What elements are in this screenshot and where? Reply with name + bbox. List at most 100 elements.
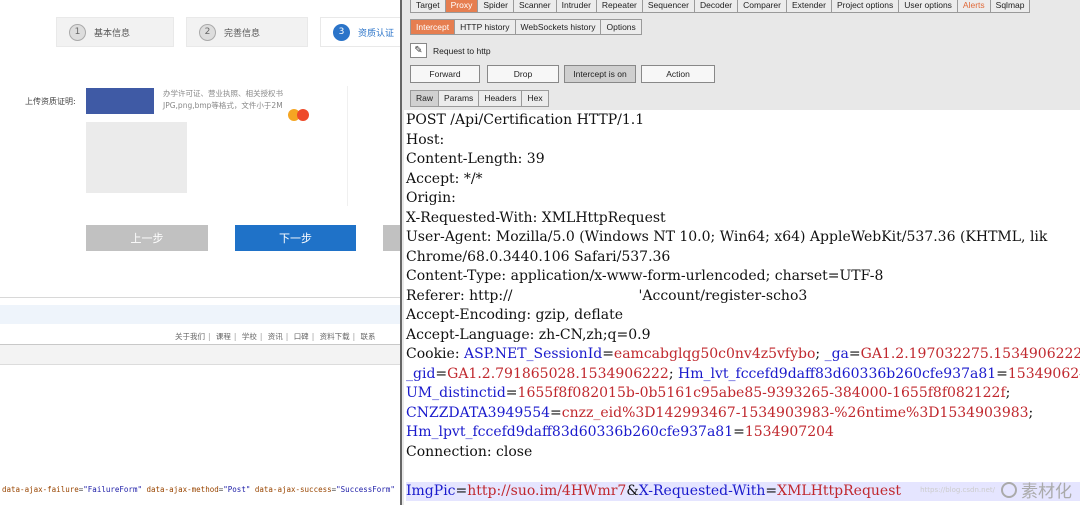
action-button[interactable]: Action (641, 65, 715, 83)
step-number: 2 (199, 23, 216, 41)
cookie-value: GA1.2.791865028.1534906222 (447, 365, 669, 382)
step-complete-info[interactable]: 2 完善信息 (186, 17, 308, 47)
cookie-key: ASP.NET_SessionId (463, 346, 603, 362)
request-editor[interactable]: POST /Api/Certification HTTP/1.1 Host: Con… (404, 110, 1080, 505)
attr-value: "SuccessForm" (336, 485, 395, 494)
cookie-key: CNZZDATA3949554 (406, 404, 551, 421)
step-number: 1 (69, 23, 86, 41)
upload-hint: 办学许可证、营业执照、相关授权书 JPG,png,bmp等格式，文件小于2M (163, 89, 283, 110)
message-view-tabs: Raw Params Headers Hex (410, 90, 549, 107)
extra-button[interactable] (383, 225, 400, 251)
watermark-text: 素材化 (1021, 482, 1072, 502)
next-step-button[interactable]: 下一步 (235, 225, 356, 251)
tab-target[interactable]: Target (410, 0, 446, 13)
footer-link[interactable]: 关于我们 (175, 332, 205, 341)
watermark: https://blog.csdn.net/ 素材化 (920, 477, 1072, 502)
footer-link[interactable]: 资讯 (268, 332, 283, 341)
main-tab-bar: Target Proxy Spider Scanner Intruder Rep… (410, 0, 1031, 13)
header-accept-encoding: Accept-Encoding: gzip, deflate (406, 307, 624, 323)
header-referer: Referer: http:// 'Account/register-scho3 (406, 287, 1080, 307)
body-key: X-Requested-With (638, 482, 766, 499)
header-content-type: Content-Type: application/x-www-form-url… (406, 268, 884, 284)
cookie-key: _gid (406, 365, 436, 382)
cookie-value: GA1.2.197032275.1534906222 (860, 346, 1080, 362)
forward-button[interactable]: Forward (410, 65, 480, 83)
proxy-sub-tabs: Intercept HTTP history WebSockets histor… (410, 19, 642, 35)
drop-button[interactable]: Drop (487, 65, 559, 83)
divider (347, 86, 348, 206)
cookie-line-2: _gid=GA1.2.791865028.1534906222; Hm_lvt_… (406, 365, 1080, 385)
attr-name: data-ajax-success (254, 485, 332, 494)
tab-sequencer[interactable]: Sequencer (641, 0, 695, 13)
burp-suite-window: Target Proxy Spider Scanner Intruder Rep… (400, 0, 1080, 505)
tab-websockets-history[interactable]: WebSockets history (514, 19, 602, 35)
tab-project-options[interactable]: Project options (830, 0, 900, 13)
tab-sqlmap[interactable]: Sqlmap (989, 0, 1031, 13)
tab-scanner[interactable]: Scanner (512, 0, 557, 13)
intercept-toggle-button[interactable]: Intercept is on (564, 65, 636, 83)
info-bar (0, 305, 400, 324)
body-key: ImgPic (406, 482, 456, 499)
cookie-key: _ga (824, 346, 849, 362)
step-certification[interactable]: 3 资质认证 (320, 17, 400, 47)
tab-intercept[interactable]: Intercept (410, 19, 456, 35)
upload-label: 上传资质证明: (25, 97, 76, 106)
step-label: 资质认证 (358, 28, 395, 39)
footer-link[interactable]: 课程 (216, 332, 231, 341)
devtools-toolbar (0, 345, 400, 365)
tab-alerts[interactable]: Alerts (956, 0, 991, 13)
tab-repeater[interactable]: Repeater (595, 0, 643, 13)
red-dot (297, 109, 309, 121)
watermark-url: https://blog.csdn.net/ (920, 485, 995, 494)
cookie-line-4: CNZZDATA3949554=cnzz_eid%3D142993467-153… (406, 404, 1034, 421)
tab-spider[interactable]: Spider (477, 0, 514, 13)
footer-links: 关于我们 | 课程 | 学校 | 资讯 | 口碑 | 资料下载 | 联系 (175, 332, 376, 341)
request-title: ✎ Request to http (410, 43, 491, 58)
tab-user-options[interactable]: User options (898, 0, 958, 13)
cookie-value: 1534907204 (744, 424, 834, 440)
cookie-value: 1534906247 (1007, 365, 1080, 382)
cookie-key: Hm_lpvt_fccefd9daff83d60336b260cfe937a81 (406, 424, 734, 440)
tab-http-history[interactable]: HTTP history (454, 19, 516, 35)
tab-headers[interactable]: Headers (478, 90, 523, 107)
body-value: http://suo.im/4HWmr7 (467, 482, 627, 499)
request-title-text: Request to http (433, 45, 491, 56)
divider (0, 297, 400, 298)
header-connection: Connection: close (406, 443, 533, 460)
pencil-icon[interactable]: ✎ (410, 43, 427, 58)
tab-raw[interactable]: Raw (410, 90, 440, 107)
header-host: Host: (406, 131, 445, 148)
tab-extender[interactable]: Extender (785, 0, 832, 13)
cookie-label: Cookie: (406, 346, 464, 362)
devtools-panel (0, 344, 400, 505)
header-content-length: Content-Length: 39 (406, 151, 545, 167)
step-number: 3 (333, 23, 350, 41)
cookie-value: 1655f8f082015b-0b5161c95abe85-9393265-38… (517, 385, 1006, 401)
step-basic-info[interactable]: 1 基本信息 (56, 17, 174, 47)
attr-value: "FailureForm" (83, 485, 142, 494)
attr-value: "Post" (223, 485, 251, 494)
referer-prefix: Referer: http:// (406, 287, 513, 304)
footer-link[interactable]: 联系 (361, 332, 376, 341)
tab-proxy[interactable]: Proxy (444, 0, 479, 13)
footer-link[interactable]: 资料下载 (320, 332, 350, 341)
previous-step-button[interactable]: 上一步 (86, 225, 208, 251)
tab-hex[interactable]: Hex (521, 90, 549, 107)
tab-params[interactable]: Params (438, 90, 480, 107)
tab-intruder[interactable]: Intruder (555, 0, 597, 13)
cookie-line-3: UM_distinctid=1655f8f082015b-0b5161c95ab… (406, 385, 1011, 401)
tab-options[interactable]: Options (600, 19, 642, 35)
request-line: POST /Api/Certification HTTP/1.1 (406, 112, 645, 128)
footer-link[interactable]: 学校 (242, 332, 257, 341)
watermark-logo-icon (1001, 481, 1017, 498)
upload-button[interactable] (86, 88, 154, 114)
tab-decoder[interactable]: Decoder (694, 0, 739, 13)
cookie-value: cnzz_eid%3D142993467-1534903983-%26ntime… (561, 404, 1029, 421)
header-accept-language: Accept-Language: zh-CN,zh;q=0.9 (406, 326, 651, 343)
footer-link[interactable]: 口碑 (294, 332, 309, 341)
attr-name: data-ajax-failure (2, 485, 79, 494)
tab-comparer[interactable]: Comparer (737, 0, 787, 13)
header-cookie: Cookie: ASP.NET_SessionId=eamcabglqg50c0… (406, 345, 1080, 365)
header-origin: Origin: (406, 190, 456, 206)
header-x-requested-with: X-Requested-With: XMLHttpRequest (406, 209, 666, 226)
